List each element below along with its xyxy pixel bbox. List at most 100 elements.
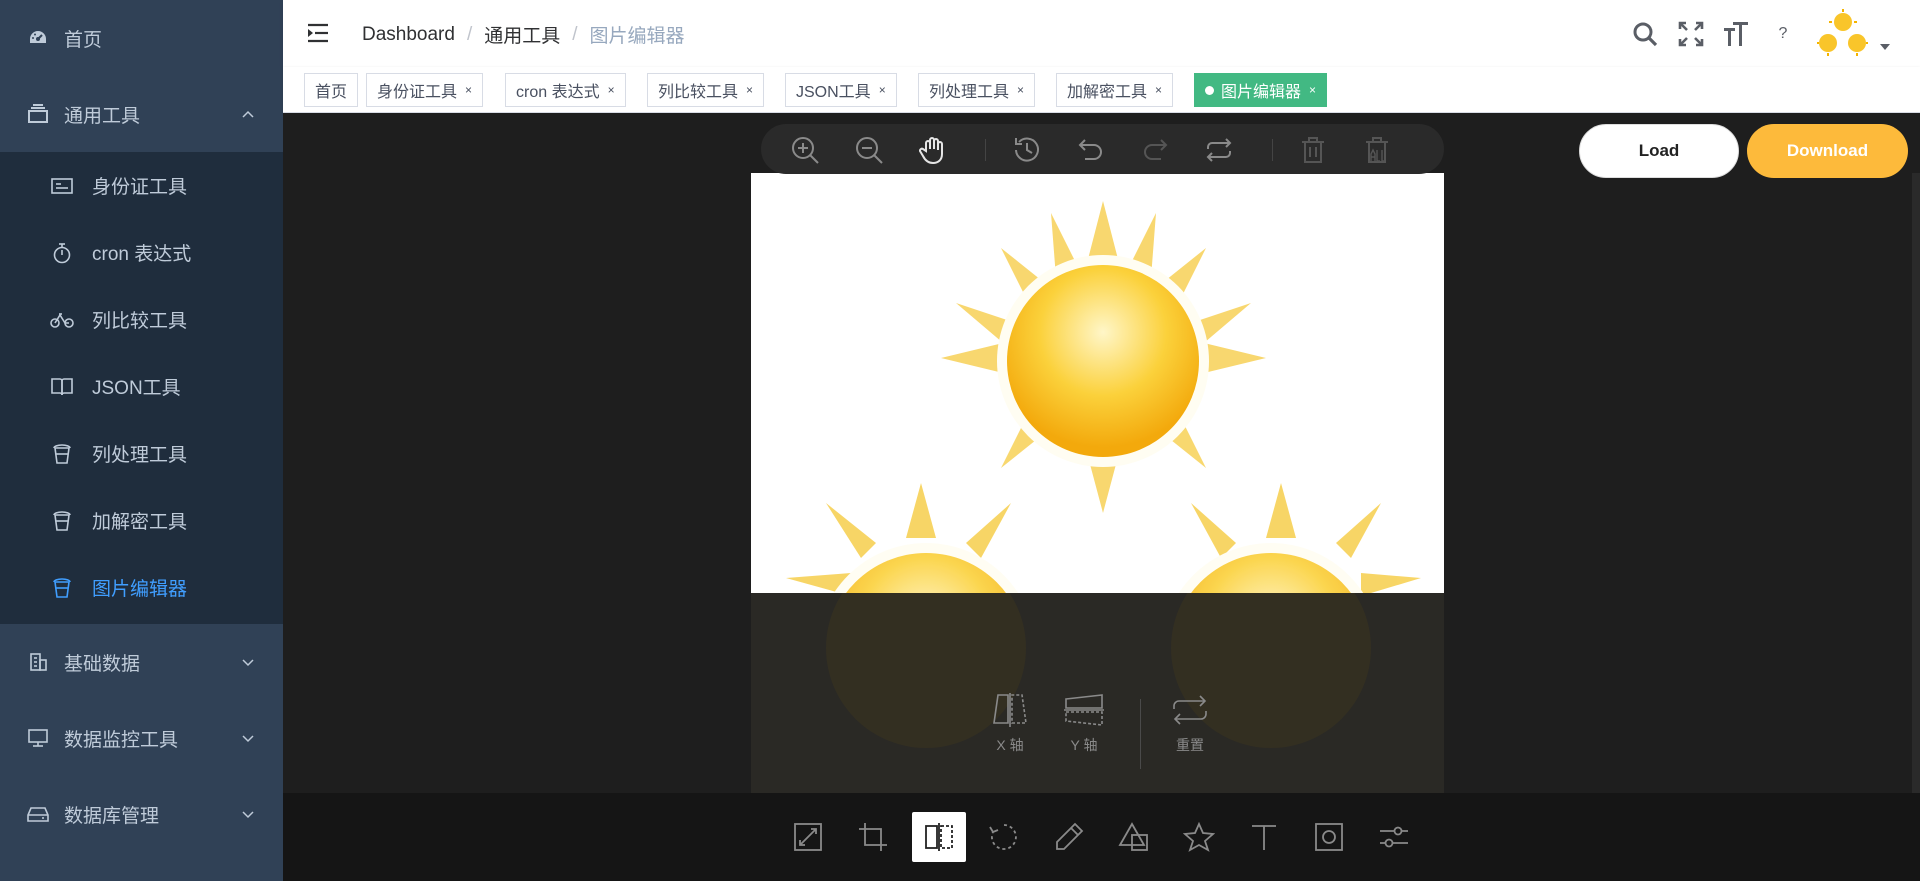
download-button[interactable]: Download [1747,124,1908,178]
breadcrumb-item[interactable]: Dashboard [362,24,455,46]
close-icon[interactable]: × [1155,83,1162,97]
filter-icon[interactable] [1367,812,1421,862]
sidebar-item-general-tools[interactable]: 通用工具 [0,76,283,152]
tag-json[interactable]: JSON工具 × [785,73,897,107]
chevron-up-icon [242,110,254,118]
caret-down-icon[interactable] [1880,44,1890,50]
tag-id-card[interactable]: 身份证工具 × [366,73,484,107]
sidebar-item-id-card[interactable]: 身份证工具 [0,152,283,219]
tag-label: 身份证工具 [377,84,458,101]
resize-icon[interactable] [781,812,835,862]
hand-icon[interactable] [917,134,949,166]
search-icon[interactable] [1629,18,1661,50]
tag-label: cron 表达式 [516,84,600,101]
chevron-down-icon [242,811,254,819]
tag-label: 列比较工具 [658,84,739,101]
sidebar-item-label: 数据监控工具 [64,729,179,751]
sidebar-item-label: 图片编辑器 [92,579,188,600]
sidebar-item-label: 列比较工具 [92,311,188,332]
sidebar-item-label: 首页 [64,29,103,51]
sidebar-item-json[interactable]: JSON工具 [0,353,283,420]
flip-submenu: X 轴 Y 轴 重置 [980,693,1240,773]
sidebar-item-label: cron 表达式 [92,244,192,265]
breadcrumb-separator: / [572,23,578,45]
close-icon[interactable]: × [1017,83,1024,97]
text-icon[interactable] [1237,812,1291,862]
breadcrumb-item[interactable]: 通用工具 [484,21,560,48]
sun-icon [1817,9,1868,56]
fullscreen-icon[interactable] [1675,18,1707,50]
flip-x-option[interactable]: X 轴 [980,693,1040,763]
sidebar-item-home[interactable]: 首页 [0,0,283,76]
flip-reset-option[interactable]: 重置 [1160,693,1220,763]
chevron-down-icon [242,735,254,743]
redo-icon[interactable] [1139,134,1171,166]
active-dot [1205,85,1214,95]
id-card-icon [50,174,74,198]
breadcrumb: Dashboard / 通用工具 / 图片编辑器 [362,21,685,48]
close-icon[interactable]: × [1309,83,1316,97]
image-canvas[interactable] [751,173,1444,596]
tag-home[interactable]: 首页 [304,73,359,107]
tag-crypto[interactable]: 加解密工具 × [1056,73,1174,107]
tag-column-process[interactable]: 列处理工具 × [918,73,1036,107]
scrollbar[interactable] [1912,173,1920,803]
cup-icon [50,442,74,466]
zoom-out-icon[interactable] [853,134,885,166]
star-icon[interactable] [1172,812,1226,862]
shape-icon[interactable] [1107,812,1161,862]
avatar[interactable] [1816,9,1870,59]
flip-y-option[interactable]: Y 轴 [1054,693,1114,763]
crop-icon[interactable] [846,812,900,862]
flip-y-label: Y 轴 [1070,737,1098,753]
close-icon[interactable]: × [608,83,615,97]
hamburger-icon[interactable] [305,20,331,46]
sidebar-item-monitoring[interactable]: 数据监控工具 [0,700,283,776]
monitor-icon [26,726,50,750]
sidebar: 首页 通用工具 身份证工具 cron 表达式 列比较工具 JSON工具 列处理工… [0,0,283,881]
tag-cron[interactable]: cron 表达式 × [505,73,626,107]
sidebar-item-basic-data[interactable]: 基础数据 [0,624,283,700]
flip-x-label: X 轴 [996,737,1024,753]
history-icon[interactable] [1011,134,1043,166]
sidebar-item-column-compare[interactable]: 列比较工具 [0,286,283,353]
delete-icon[interactable] [1297,134,1329,166]
tag-label: 加解密工具 [1067,84,1148,101]
delete-all-icon[interactable] [1361,134,1393,166]
mask-icon[interactable] [1302,812,1356,862]
sidebar-item-cron[interactable]: cron 表达式 [0,219,283,286]
tag-label: JSON工具 [796,84,871,101]
load-button[interactable]: Load [1579,124,1739,178]
tag-label: 首页 [315,84,348,101]
flip-y-icon [1064,694,1104,726]
close-icon[interactable]: × [465,83,472,97]
undo-icon[interactable] [1075,134,1107,166]
zoom-in-icon[interactable] [789,134,821,166]
editor-menu [283,793,1920,881]
building-icon [26,650,50,674]
close-icon[interactable]: × [879,83,886,97]
sidebar-item-label: 数据库管理 [64,805,160,827]
sidebar-item-database[interactable]: 数据库管理 [0,776,283,852]
sidebar-item-column-process[interactable]: 列处理工具 [0,420,283,487]
sidebar-item-image-editor[interactable]: 图片编辑器 [0,554,283,621]
font-size-icon[interactable] [1720,18,1752,50]
tag-label: 图片编辑器 [1221,84,1302,101]
rotate-icon[interactable] [977,812,1031,862]
close-icon[interactable]: × [746,83,753,97]
book-icon [50,375,74,399]
tag-image-editor[interactable]: 图片编辑器 × [1194,73,1328,107]
navbar: Dashboard / 通用工具 / 图片编辑器 ? [283,0,1920,67]
sidebar-item-crypto[interactable]: 加解密工具 [0,487,283,554]
sidebar-item-label: JSON工具 [92,378,181,399]
breadcrumb-current: 图片编辑器 [589,26,685,47]
reset-icon[interactable] [1203,134,1235,166]
tag-column-compare[interactable]: 列比较工具 × [647,73,765,107]
reset-icon [1173,695,1207,725]
image-editor: Load Download X 轴 Y 轴 重置 [283,113,1920,881]
flip-icon[interactable] [912,812,966,862]
draw-icon[interactable] [1042,812,1096,862]
disk-icon [26,802,50,826]
tags-view: 首页 身份证工具 × cron 表达式 × 列比较工具 × JSON工具 × 列… [283,67,1920,113]
help-icon[interactable]: ? [1767,18,1799,50]
